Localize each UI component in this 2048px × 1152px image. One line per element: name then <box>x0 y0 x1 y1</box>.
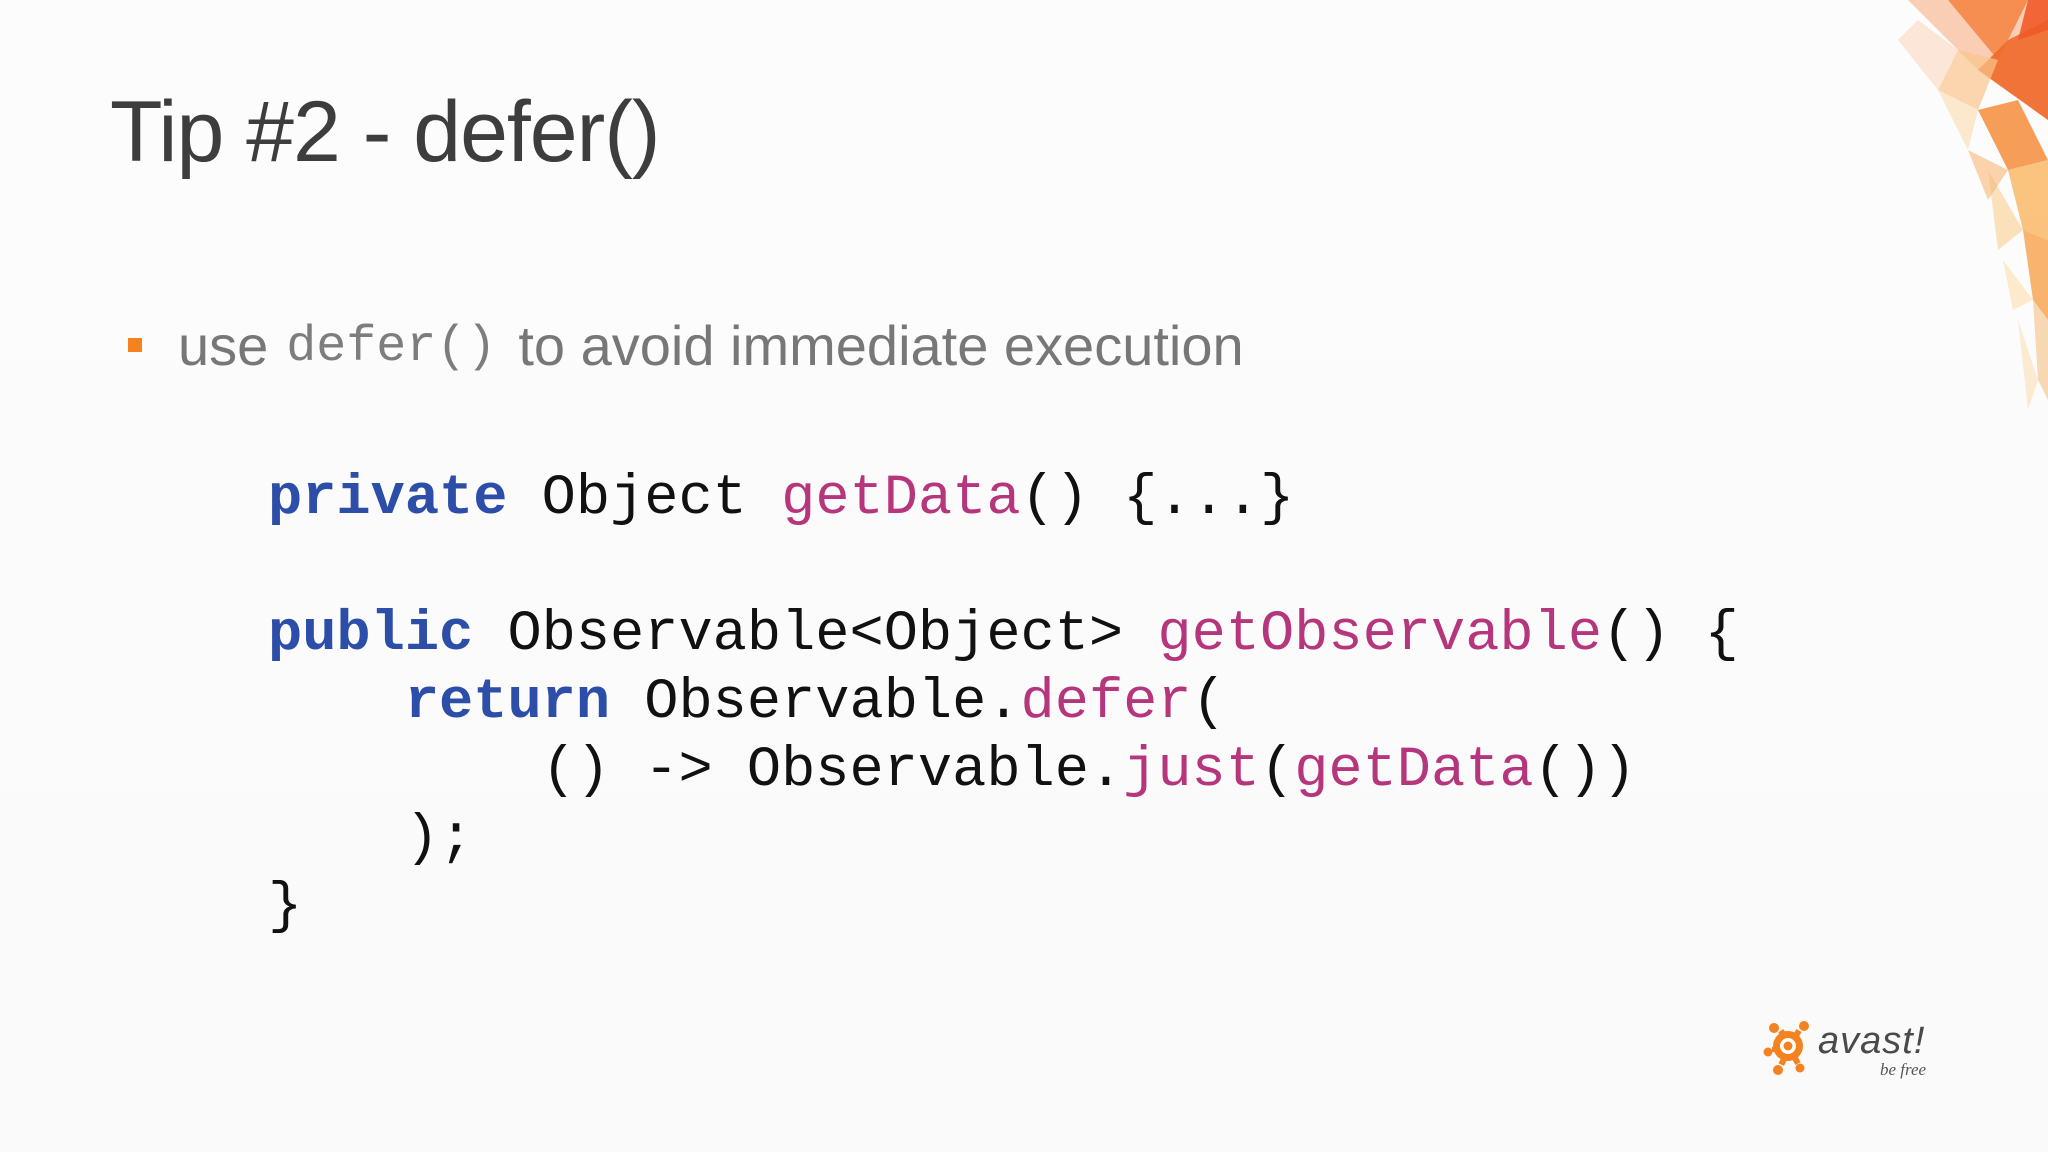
bullet-text-after: to avoid immediate execution <box>518 313 1244 377</box>
code-line: ); <box>268 805 1739 873</box>
bullet-square-icon <box>128 338 142 352</box>
code-method: defer <box>1020 671 1192 735</box>
bullet-item: use defer() to avoid immediate execution <box>128 305 1244 385</box>
slide: Tip #2 - defer() use defer() to avoid im… <box>0 0 2048 1152</box>
avast-logo: avast! be free <box>1762 1016 1942 1086</box>
code-line: return Observable.defer( <box>268 669 1739 737</box>
code-text: ( <box>1191 671 1226 735</box>
code-line: public Observable<Object> getObservable(… <box>268 601 1739 669</box>
code-keyword: private <box>268 467 508 531</box>
avast-wordmark: avast! <box>1818 1020 1926 1062</box>
code-method: getObservable <box>1157 603 1603 667</box>
code-keyword: return <box>404 671 611 735</box>
code-method: getData <box>781 467 1021 531</box>
code-text: ); <box>268 807 474 871</box>
code-keyword: public <box>268 603 474 667</box>
code-block: private Object getData() {...} public Ob… <box>268 465 1739 941</box>
code-text: Object <box>507 467 782 531</box>
code-method: getData <box>1294 739 1534 803</box>
code-text: ()) <box>1533 739 1637 803</box>
bullet-inline-code: defer() <box>286 318 497 376</box>
code-text: () { <box>1602 603 1739 667</box>
code-text: () {...} <box>1020 467 1295 531</box>
code-text: Observable<Object> <box>473 603 1158 667</box>
code-text: } <box>268 875 303 939</box>
corner-polygon-art <box>1898 0 2048 410</box>
code-text: ( <box>1259 739 1295 803</box>
code-text: Observable. <box>610 671 1021 735</box>
bullet-text-before: use <box>178 313 269 377</box>
code-line: } <box>268 873 1739 941</box>
avast-tagline: be free <box>1880 1060 1927 1079</box>
code-method: just <box>1123 739 1260 803</box>
code-line: private Object getData() {...} <box>268 465 1739 533</box>
code-line: () -> Observable.just(getData()) <box>268 737 1739 805</box>
code-text: () -> Observable. <box>268 739 1124 803</box>
slide-title: Tip #2 - defer() <box>110 84 661 180</box>
